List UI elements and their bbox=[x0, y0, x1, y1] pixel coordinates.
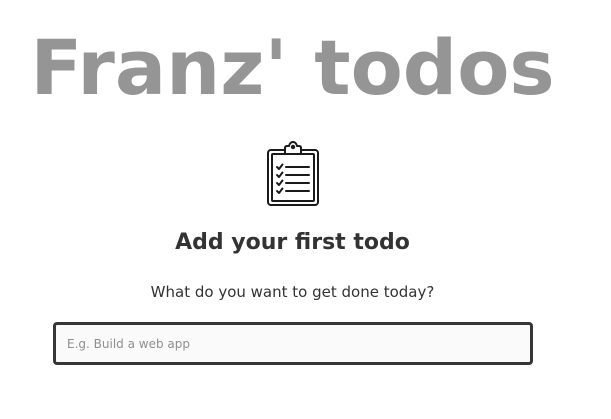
empty-state-subtext: What do you want to get done today? bbox=[150, 283, 435, 301]
app-title: Franz' todos bbox=[30, 23, 555, 112]
empty-state-heading: Add your first todo bbox=[175, 230, 410, 255]
clipboard-checklist-icon bbox=[265, 141, 321, 207]
new-todo-input[interactable] bbox=[53, 322, 533, 365]
